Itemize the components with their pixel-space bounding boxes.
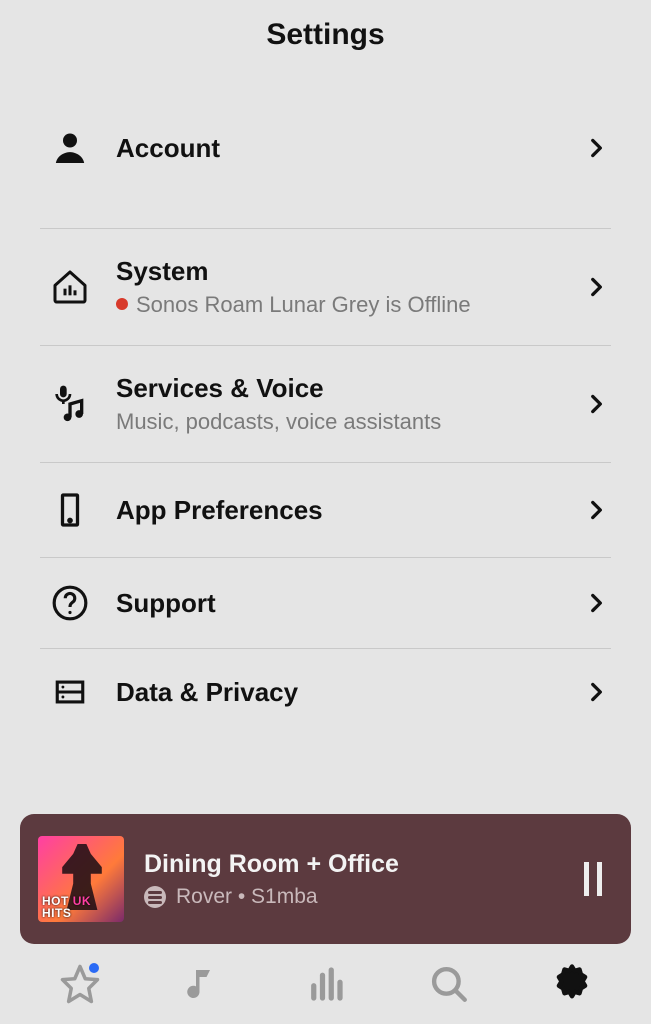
mini-player-track: Rover • S1mba <box>144 885 573 909</box>
house-icon <box>40 267 100 307</box>
notification-badge-icon <box>89 963 99 973</box>
spotify-icon <box>144 886 166 908</box>
row-system[interactable]: System Sonos Roam Lunar Grey is Offline <box>40 229 611 346</box>
pause-button[interactable] <box>573 862 613 896</box>
row-account[interactable]: Account <box>40 92 611 229</box>
row-data-privacy[interactable]: Data & Privacy <box>40 649 611 735</box>
help-icon <box>40 584 100 622</box>
person-icon <box>40 128 100 168</box>
header: Settings <box>0 0 651 92</box>
row-services[interactable]: Services & Voice Music, podcasts, voice … <box>40 346 611 463</box>
bars-icon <box>305 963 347 1005</box>
row-system-title: System <box>116 255 581 288</box>
tab-settings[interactable] <box>547 959 597 1009</box>
row-data-title: Data & Privacy <box>116 676 581 709</box>
mini-player-room: Dining Room + Office <box>144 850 573 879</box>
row-system-subtitle-text: Sonos Roam Lunar Grey is Offline <box>136 290 471 320</box>
music-note-icon <box>182 963 224 1005</box>
tab-music[interactable] <box>178 959 228 1009</box>
mini-player-text: Dining Room + Office Rover • S1mba <box>124 850 573 909</box>
chevron-right-icon <box>581 497 611 523</box>
mini-player[interactable]: HOT UKHITS Dining Room + Office Rover • … <box>20 814 631 944</box>
row-services-title: Services & Voice <box>116 372 581 405</box>
status-dot-icon <box>116 298 128 310</box>
row-account-title: Account <box>116 132 581 165</box>
tab-favorites[interactable] <box>55 959 105 1009</box>
tab-bar <box>0 944 651 1024</box>
chevron-right-icon <box>581 274 611 300</box>
tab-search[interactable] <box>424 959 474 1009</box>
row-support[interactable]: Support <box>40 558 611 649</box>
row-appprefs-title: App Preferences <box>116 494 581 527</box>
album-art: HOT UKHITS <box>38 836 124 922</box>
storage-icon <box>40 675 100 709</box>
chevron-right-icon <box>581 679 611 705</box>
mic-music-icon <box>40 384 100 424</box>
row-services-subtitle: Music, podcasts, voice assistants <box>116 407 581 437</box>
settings-screen: Settings Account System Sonos <box>0 0 651 1024</box>
tab-rooms[interactable] <box>301 959 351 1009</box>
search-icon <box>428 963 470 1005</box>
chevron-right-icon <box>581 135 611 161</box>
chevron-right-icon <box>581 391 611 417</box>
settings-list: Account System Sonos Roam Lunar Grey is … <box>0 92 651 804</box>
mini-player-track-text: Rover • S1mba <box>176 885 318 909</box>
row-support-title: Support <box>116 587 581 620</box>
row-app-preferences[interactable]: App Preferences <box>40 463 611 558</box>
row-system-subtitle: Sonos Roam Lunar Grey is Offline <box>116 290 581 320</box>
phone-icon <box>40 489 100 531</box>
page-title: Settings <box>0 18 651 52</box>
gear-icon <box>551 963 593 1005</box>
chevron-right-icon <box>581 590 611 616</box>
